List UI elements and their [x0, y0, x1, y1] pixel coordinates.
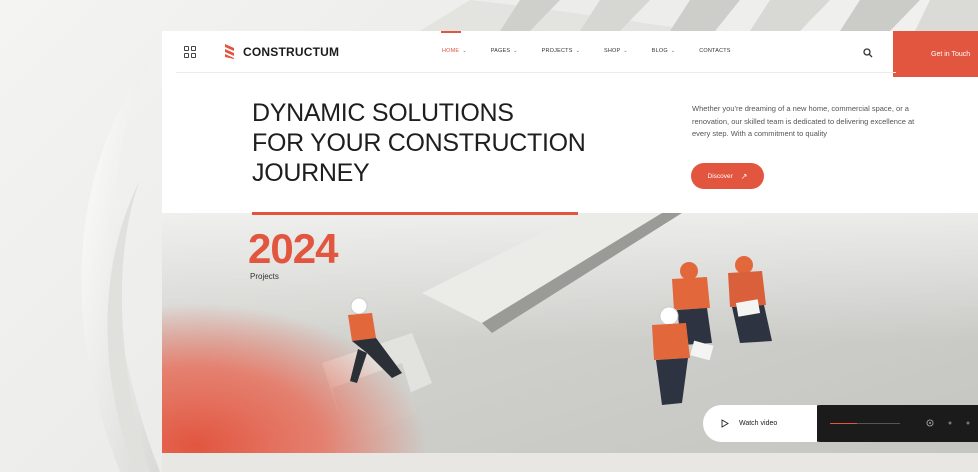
logo-mark-icon — [225, 44, 234, 59]
stat-label: Projects — [250, 272, 279, 281]
watch-video-button[interactable]: Watch video — [703, 405, 817, 442]
chevron-down-icon: ⌄ — [670, 48, 676, 54]
video-bar: Watch video — [703, 405, 978, 442]
hero-intro: Whether you're dreaming of a new home, c… — [692, 104, 915, 138]
chevron-down-icon: ⌄ — [513, 48, 518, 54]
progress-fill — [830, 423, 857, 424]
nav-contacts[interactable]: CONTACTS — [699, 48, 730, 54]
arrow-up-right-icon: ↗ — [740, 171, 748, 181]
hero-headline: DYNAMIC SOLUTIONS FOR YOUR CONSTRUCTION … — [252, 98, 586, 188]
get-in-touch-label: Get in Touch — [931, 50, 971, 58]
discover-label: Discover — [707, 172, 733, 180]
nav-home-label: HOME — [442, 48, 460, 54]
site-page: CONSTRUCTUM HOME ⌄ PAGES ⌄ PROJECTS ⌄ SH… — [162, 31, 978, 472]
nav-home[interactable]: HOME ⌄ — [441, 31, 467, 54]
search-icon[interactable] — [863, 48, 873, 58]
get-in-touch-button[interactable]: Get in Touch — [893, 31, 978, 77]
discover-button[interactable]: Discover ↗ — [691, 163, 764, 189]
nav-blog-label: BLOG — [651, 48, 668, 54]
grid-icon[interactable] — [184, 46, 196, 58]
nav-projects[interactable]: PROJECTS ⌄ — [542, 48, 580, 54]
nav-blog[interactable]: BLOG ⌄ — [652, 48, 675, 54]
nav-pages[interactable]: PAGES ⌄ — [491, 48, 518, 54]
nav-projects-label: PROJECTS — [541, 48, 573, 54]
nav-divider — [176, 72, 896, 73]
section-strip — [162, 453, 978, 472]
top-navigation: CONSTRUCTUM HOME ⌄ PAGES ⌄ PROJECTS ⌄ SH… — [162, 31, 978, 77]
nav-pages-label: PAGES — [490, 48, 511, 54]
headline-line: JOURNEY — [252, 159, 370, 187]
headline-line: FOR YOUR CONSTRUCTION — [252, 129, 586, 157]
main-menu: HOME ⌄ PAGES ⌄ PROJECTS ⌄ SHOP ⌄ BLOG ⌄ … — [441, 31, 755, 54]
chevron-down-icon: ⌄ — [462, 48, 467, 54]
headline-line: DYNAMIC SOLUTIONS — [252, 99, 514, 127]
chevron-down-icon: ⌄ — [575, 48, 580, 54]
accent-line — [252, 212, 578, 215]
stat-number: 2024 — [248, 225, 338, 272]
dot-icon[interactable] — [946, 419, 954, 427]
settings-icon[interactable] — [926, 419, 934, 427]
video-player[interactable] — [802, 405, 978, 442]
nav-contacts-label: CONTACTS — [699, 48, 731, 54]
dot-icon[interactable] — [964, 419, 972, 427]
nav-shop[interactable]: SHOP ⌄ — [604, 48, 628, 54]
watch-video-label: Watch video — [739, 420, 778, 427]
play-icon — [721, 419, 729, 428]
brand-logo[interactable]: CONSTRUCTUM — [224, 43, 339, 60]
nav-shop-label: SHOP — [603, 48, 621, 54]
brand-name: CONSTRUCTUM — [243, 44, 340, 59]
active-indicator — [441, 31, 461, 33]
chevron-down-icon: ⌄ — [623, 48, 628, 54]
